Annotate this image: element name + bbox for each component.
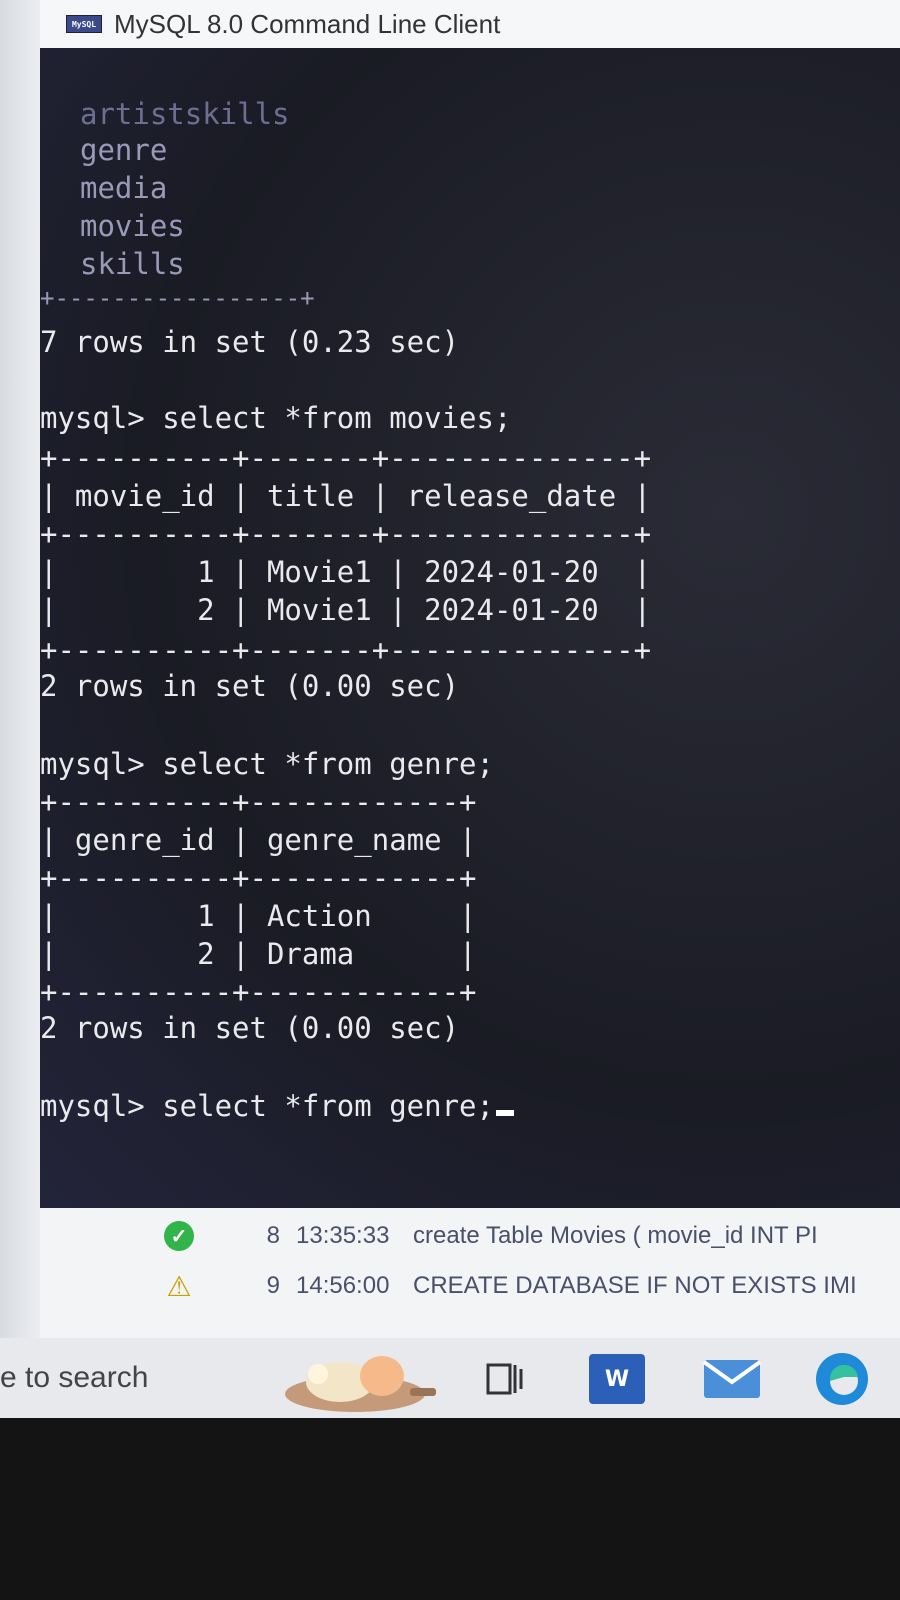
output-row[interactable]: ✓ 8 13:35:33 create Table Movies ( movie… [40, 1216, 900, 1256]
console-line: | 2 | Drama | [40, 937, 477, 971]
text-cursor [495, 1110, 514, 1116]
action-output-panel: ✓ 8 13:35:33 create Table Movies ( movie… [40, 1208, 900, 1338]
console-area[interactable]: artistskills genre media movies skills +… [40, 48, 900, 1208]
console-line: 2 rows in set (0.00 sec) [40, 1011, 460, 1045]
desktop-edge [0, 0, 40, 1440]
taskbar-search-box[interactable]: e to search [0, 1338, 148, 1418]
windows-taskbar: e to search W [0, 1338, 900, 1418]
console-line: movies [80, 209, 185, 243]
console-line: | 1 | Movie1 | 2024-01-20 | [40, 555, 652, 589]
console-line: | 1 | Action | [40, 899, 477, 933]
console-line: +----------+------------+ [40, 785, 477, 819]
console-line: +----------+-------+--------------+ [40, 441, 652, 475]
console-line: 7 rows in set (0.23 sec) [40, 325, 460, 359]
window-titlebar[interactable]: MySQL MySQL 8.0 Command Line Client [40, 0, 900, 48]
mail-icon[interactable] [700, 1352, 764, 1406]
console-line: +-----------------+ [40, 284, 315, 312]
console-line: +----------+-------+--------------+ [40, 633, 652, 667]
command-prompt-line[interactable]: mysql> select *from genre; [40, 1088, 514, 1124]
task-view-icon[interactable] [480, 1352, 530, 1406]
console-line: genre [80, 133, 168, 167]
monitor-bezel [0, 1418, 900, 1600]
console-line: +----------+-------+--------------+ [40, 517, 652, 551]
output-row-number: 8 [266, 1222, 280, 1249]
output-row-number: 9 [266, 1272, 280, 1299]
output-row-action: create Table Movies ( movie_id INT PI [413, 1222, 818, 1249]
widgets-icon[interactable] [270, 1352, 440, 1412]
success-check-icon: ✓ [164, 1221, 194, 1251]
word-icon[interactable]: W [586, 1352, 648, 1406]
console-line: | genre_id | genre_name | [40, 823, 477, 857]
word-letter: W [589, 1354, 645, 1404]
output-row-action: CREATE DATABASE IF NOT EXISTS IMI [413, 1272, 857, 1299]
console-line: artistskills [80, 97, 290, 131]
console-line: 2 rows in set (0.00 sec) [40, 669, 460, 703]
output-row[interactable]: ⚠ 9 14:56:00 CREATE DATABASE IF NOT EXIS… [40, 1266, 900, 1306]
console-line: | movie_id | title | release_date | [40, 479, 652, 513]
console-line: skills [80, 247, 185, 281]
console-line: mysql> select *from movies; [40, 401, 512, 435]
console-line: +----------+------------+ [40, 861, 477, 895]
console-line: +----------+------------+ [40, 975, 477, 1009]
output-row-time: 13:35:33 [296, 1222, 390, 1249]
edge-icon[interactable] [812, 1352, 872, 1406]
console-line: | 2 | Movie1 | 2024-01-20 | [40, 593, 652, 627]
window-title: MySQL 8.0 Command Line Client [114, 8, 501, 39]
console-line: mysql> select *from genre; [40, 747, 494, 781]
mysql-app-icon: MySQL [66, 15, 102, 33]
output-row-time: 14:56:00 [296, 1272, 390, 1299]
warning-triangle-icon: ⚠ [166, 1270, 192, 1302]
current-command: mysql> select *from genre; [40, 1089, 494, 1123]
console-line: media [80, 171, 168, 205]
